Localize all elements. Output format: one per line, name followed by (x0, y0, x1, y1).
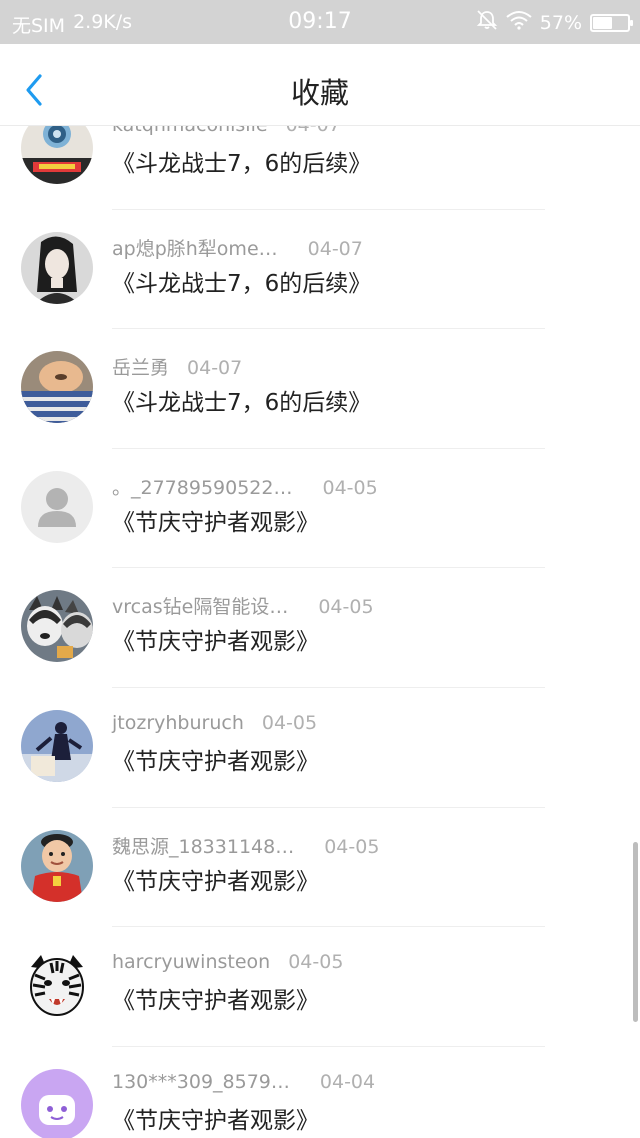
avatar[interactable] (21, 231, 93, 304)
avatar[interactable] (21, 126, 93, 184)
item-meta: katqhmaconlslie 04-07 (112, 126, 341, 136)
avatar[interactable] (21, 829, 93, 902)
username: jtozryhburuch (112, 711, 244, 734)
status-right: 57% (476, 9, 633, 36)
date-label: 04-07 (187, 357, 243, 380)
list-item[interactable]: harcryuwinsteon 04-05 《节庆守护者观影》 (0, 927, 640, 1047)
username: katqhmaconlslie (112, 126, 268, 136)
username: vrcas钻e隔智能设… (112, 596, 289, 619)
item-title[interactable]: 《节庆守护者观影》 (112, 981, 319, 1015)
list-item[interactable]: vrcas钻e隔智能设… 04-05 《节庆守护者观影》 (0, 568, 640, 688)
battery-icon (590, 13, 633, 32)
item-title[interactable]: 《节庆守护者观影》 (112, 1101, 319, 1135)
favorites-list[interactable]: katqhmaconlslie04-07《斗龙战士7，6的后续》ap熄p脎h犁o… (0, 126, 640, 1138)
page-title: 收藏 (290, 76, 349, 110)
item-meta: ap熄p脎h犁ome… 04-07 (112, 234, 363, 261)
list-item[interactable]: 。_27789590522… 04-05 《节庆守护者观影》 (0, 449, 640, 569)
list-item[interactable]: jtozryhburuch 04-05 《节庆守护者观影》 (0, 688, 640, 808)
item-meta: jtozryhburuch 04-05 (112, 712, 317, 734)
username: 130***309_8579… (112, 1070, 290, 1093)
avatar[interactable] (21, 1068, 93, 1138)
status-bar: 无SIM 2.9K/s 09:17 57% (0, 0, 640, 44)
username: harcryuwinsteon (112, 951, 271, 974)
date-label: 04-05 (288, 951, 344, 974)
item-meta: 岳兰勇 04-07 (112, 353, 242, 380)
avatar[interactable] (21, 351, 93, 424)
avatar[interactable] (21, 590, 93, 663)
scrollbar[interactable] (633, 842, 638, 1022)
list-item[interactable]: katqhmaconlslie 04-07 《斗龙战士7，6的后续》 (0, 126, 640, 210)
item-title[interactable]: 《斗龙战士7，6的后续》 (112, 144, 371, 178)
list-item[interactable]: 魏思源_18331148… 04-05 《节庆守护者观影》 (0, 808, 640, 928)
item-meta: 130***309_8579… 04-04 (112, 1071, 375, 1093)
username: 。_27789590522… (112, 476, 293, 499)
list-item[interactable]: 岳兰勇 04-07 《斗龙战士7，6的后续》 (0, 329, 640, 449)
date-label: 04-05 (322, 476, 378, 499)
avatar[interactable] (21, 709, 93, 782)
item-title[interactable]: 《节庆守护者观影》 (112, 503, 319, 537)
item-meta: 。_27789590522… 04-05 (112, 473, 378, 500)
username: 岳兰勇 (112, 357, 170, 380)
username: 魏思源_18331148… (112, 835, 295, 858)
item-meta: 魏思源_18331148… 04-05 (112, 832, 379, 859)
date-label: 04-05 (324, 835, 380, 858)
date-label: 04-07 (286, 126, 341, 136)
date-label: 04-07 (307, 237, 363, 260)
battery-level (593, 16, 612, 29)
date-label: 04-05 (318, 596, 374, 619)
list-item[interactable]: ap熄p脎h犁ome… 04-07 《斗龙战士7，6的后续》 (0, 210, 640, 330)
username: ap熄p脎h犁ome… (112, 237, 278, 260)
mute-icon (476, 9, 498, 36)
header: 收藏 (0, 44, 640, 126)
item-title[interactable]: 《节庆守护者观影》 (112, 742, 319, 776)
avatar[interactable] (21, 949, 93, 1022)
item-title[interactable]: 《斗龙战士7，6的后续》 (112, 264, 371, 298)
date-label: 04-05 (261, 711, 318, 734)
battery-percent: 57% (539, 11, 582, 34)
wifi-icon (506, 10, 532, 35)
avatar[interactable] (21, 470, 93, 543)
list-item[interactable]: 130***309_8579… 04-04 《节庆守护者观影》 (0, 1047, 640, 1138)
item-title[interactable]: 《斗龙战士7，6的后续》 (112, 383, 371, 417)
item-title[interactable]: 《节庆守护者观影》 (112, 622, 319, 656)
item-meta: harcryuwinsteon 04-05 (112, 951, 343, 973)
item-meta: vrcas钻e隔智能设… 04-05 (112, 592, 374, 619)
item-title[interactable]: 《节庆守护者观影》 (112, 862, 319, 896)
date-label: 04-04 (319, 1070, 376, 1093)
favorites-list-inner: katqhmaconlslie04-07《斗龙战士7，6的后续》ap熄p脎h犁o… (0, 126, 640, 1138)
